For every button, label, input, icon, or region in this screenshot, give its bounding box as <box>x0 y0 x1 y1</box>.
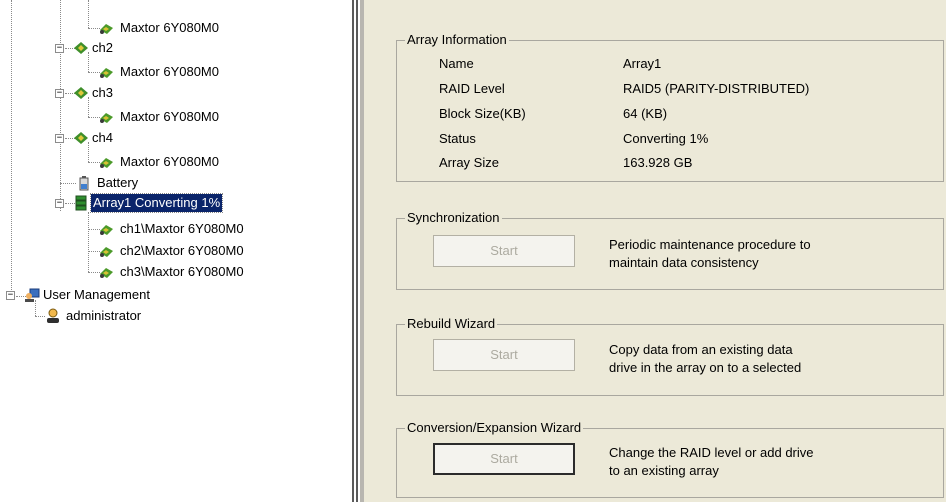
info-key: Name <box>439 56 474 71</box>
tree-node-array-disk[interactable]: ch2\Maxtor 6Y080M0 <box>98 242 318 260</box>
battery-icon <box>76 175 92 191</box>
info-key: RAID Level <box>439 81 505 96</box>
tree-node-label: Array1 Converting 1% <box>89 193 224 213</box>
splitter-line <box>352 0 354 502</box>
disk-drive-icon <box>98 20 114 36</box>
info-value: 163.928 GB <box>623 155 693 170</box>
sync-description: maintain data consistency <box>609 255 759 270</box>
channel-icon <box>73 40 89 56</box>
collapse-icon[interactable]: − <box>55 44 64 53</box>
tree-node-label: Maxtor 6Y080M0 <box>120 20 219 35</box>
rebuild-wizard-group: Rebuild Wizard Start Copy data from an e… <box>396 316 944 396</box>
tree-node-disk[interactable]: Maxtor 6Y080M0 <box>98 19 298 37</box>
info-key: Status <box>439 131 476 146</box>
sync-description: Periodic maintenance procedure to <box>609 237 811 252</box>
pane-splitter[interactable] <box>344 0 364 502</box>
tree-node-channel[interactable]: − ch3 <box>55 84 255 102</box>
conversion-description: Change the RAID level or add drive <box>609 445 814 460</box>
info-value: Converting 1% <box>623 131 709 146</box>
channel-icon <box>73 85 89 101</box>
rebuild-description: drive in the array on to a selected <box>609 360 802 375</box>
user-management-icon <box>24 287 40 303</box>
tree-node-label: ch3 <box>92 85 113 100</box>
disk-drive-icon <box>98 264 114 280</box>
tree-node-label: Maxtor 6Y080M0 <box>120 109 219 124</box>
sync-start-button[interactable]: Start <box>433 235 575 267</box>
array-icon <box>73 195 89 211</box>
info-value: Array1 <box>623 56 662 71</box>
info-value: 64 (KB) <box>623 106 668 121</box>
details-pane: Array Information Name Array1 RAID Level… <box>364 0 946 502</box>
splitter-line <box>356 0 358 502</box>
group-legend: Rebuild Wizard <box>405 316 498 332</box>
tree-line <box>60 183 76 184</box>
tree-node-user-management[interactable]: − User Management <box>6 286 226 304</box>
disk-drive-icon <box>98 109 114 125</box>
tree-node-channel[interactable]: − ch2 <box>55 39 255 57</box>
tree-node-label: ch3\Maxtor 6Y080M0 <box>120 264 244 279</box>
tree-node-label: Battery <box>97 175 139 190</box>
info-value: RAID5 (PARITY-DISTRIBUTED) <box>623 81 810 96</box>
conversion-start-button[interactable]: Start <box>433 443 575 475</box>
disk-drive-icon <box>98 154 114 170</box>
tree-node-array-disk[interactable]: ch3\Maxtor 6Y080M0 <box>98 263 318 281</box>
disk-drive-icon <box>98 243 114 259</box>
rebuild-start-button[interactable]: Start <box>433 339 575 371</box>
tree-node-label: ch4 <box>92 130 113 145</box>
collapse-icon[interactable]: − <box>6 291 15 300</box>
tree-node-label: ch2 <box>92 40 113 55</box>
tree-node-array[interactable]: − Array1 Converting 1% <box>55 193 255 213</box>
synchronization-group: Synchronization Start Periodic maintenan… <box>396 210 944 290</box>
tree-node-label: ch1\Maxtor 6Y080M0 <box>120 221 244 236</box>
channel-icon <box>73 130 89 146</box>
disk-drive-icon <box>98 221 114 237</box>
tree-node-label: Maxtor 6Y080M0 <box>120 64 219 79</box>
tree-node-label: User Management <box>43 287 150 302</box>
conversion-expansion-wizard-group: Conversion/Expansion Wizard Start Change… <box>396 420 944 498</box>
group-legend: Array Information <box>405 32 509 48</box>
tree-node-label: Maxtor 6Y080M0 <box>120 154 219 169</box>
collapse-icon[interactable]: − <box>55 199 64 208</box>
group-legend: Synchronization <box>405 210 502 226</box>
user-icon <box>45 308 61 324</box>
rebuild-description: Copy data from an existing data <box>609 342 793 357</box>
tree-line <box>35 316 45 317</box>
disk-drive-icon <box>98 64 114 80</box>
tree-line <box>60 0 61 211</box>
tree-node-label: ch2\Maxtor 6Y080M0 <box>120 243 244 258</box>
tree-node-disk[interactable]: Maxtor 6Y080M0 <box>98 108 298 126</box>
collapse-icon[interactable]: − <box>55 89 64 98</box>
collapse-icon[interactable]: − <box>55 134 64 143</box>
info-key: Block Size(KB) <box>439 106 526 121</box>
info-key: Array Size <box>439 155 499 170</box>
group-legend: Conversion/Expansion Wizard <box>405 420 584 436</box>
tree-node-disk[interactable]: Maxtor 6Y080M0 <box>98 153 298 171</box>
tree-node-battery[interactable]: Battery <box>76 174 276 192</box>
array-information-group: Array Information Name Array1 RAID Level… <box>396 32 944 182</box>
tree-node-array-disk[interactable]: ch1\Maxtor 6Y080M0 <box>98 220 318 238</box>
conversion-description: to an existing array <box>609 463 719 478</box>
tree-line <box>11 0 12 296</box>
tree-line <box>88 212 89 272</box>
tree-node-label: administrator <box>66 308 142 323</box>
tree-node-user[interactable]: administrator <box>45 307 245 325</box>
tree-node-disk[interactable]: Maxtor 6Y080M0 <box>98 63 298 81</box>
tree-line <box>88 0 89 28</box>
tree-node-channel[interactable]: − ch4 <box>55 129 255 147</box>
device-tree: Maxtor 6Y080M0 − ch2 Maxtor 6Y080M0 − ch… <box>0 0 344 502</box>
